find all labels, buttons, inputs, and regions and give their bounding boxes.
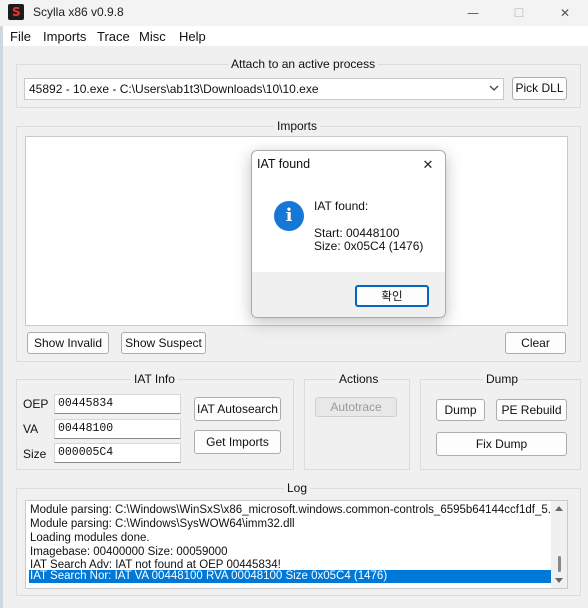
show-suspect-button[interactable]: Show Suspect — [121, 332, 206, 354]
log-line: Imagebase: 00400000 Size: 00059000 — [30, 546, 228, 558]
process-select-value: 45892 - 10.exe - C:\Users\ab1t3\Download… — [29, 82, 319, 96]
dump-group-title: Dump — [483, 372, 522, 386]
iat-info-group-title: IAT Info — [131, 372, 178, 386]
dump-button[interactable]: Dump — [436, 399, 485, 421]
size-field[interactable]: 000005C4 — [54, 443, 181, 463]
scroll-thumb[interactable] — [558, 556, 561, 572]
va-field[interactable]: 00448100 — [54, 419, 181, 439]
dialog-size: Size: 0x05C4 (1476) — [314, 239, 424, 253]
attach-group-title: Attach to an active process — [228, 57, 379, 71]
log-line: Module parsing: C:\Windows\SysWOW64\imm3… — [30, 518, 295, 530]
log-list[interactable]: Module parsing: C:\Windows\WinSxS\x86_mi… — [25, 500, 568, 589]
oep-field[interactable]: 00445834 — [54, 394, 181, 414]
scroll-down-icon[interactable] — [555, 578, 563, 583]
dialog-heading: IAT found: — [314, 199, 369, 213]
title-bar[interactable]: Scylla x86 v0.9.8 — ☐ ✕ — [0, 0, 588, 26]
show-invalid-button[interactable]: Show Invalid — [27, 332, 109, 354]
close-button[interactable]: ✕ — [542, 0, 588, 26]
menu-trace[interactable]: Trace — [97, 29, 130, 44]
oep-label: OEP — [23, 397, 49, 411]
window-title: Scylla x86 v0.9.8 — [33, 5, 124, 19]
actions-group-title: Actions — [336, 372, 382, 386]
dialog-start: Start: 00448100 — [314, 226, 400, 240]
log-line-selected: IAT Search Nor: IAT VA 00448100 RVA 0004… — [29, 570, 551, 583]
dialog-close-button[interactable]: ✕ — [412, 153, 444, 179]
menu-help[interactable]: Help — [179, 29, 206, 44]
actions-group — [304, 379, 410, 470]
iat-found-dialog: IAT found ✕ i IAT found: Start: 00448100… — [251, 150, 446, 318]
dialog-footer: 확인 — [252, 272, 445, 317]
ok-button[interactable]: 확인 — [355, 285, 429, 307]
get-imports-button[interactable]: Get Imports — [194, 430, 281, 454]
clear-button[interactable]: Clear — [505, 332, 566, 354]
log-scrollbar[interactable] — [551, 501, 567, 588]
log-line: Module parsing: C:\Windows\WinSxS\x86_mi… — [30, 504, 564, 516]
menu-imports[interactable]: Imports — [43, 29, 86, 44]
menu-bar: File Imports Trace Misc Help — [0, 26, 588, 46]
va-label: VA — [23, 422, 39, 436]
minimize-button[interactable]: — — [450, 0, 496, 26]
pick-dll-button[interactable]: Pick DLL — [512, 77, 567, 100]
menu-misc[interactable]: Misc — [139, 29, 166, 44]
size-label: Size — [23, 447, 47, 461]
pe-rebuild-button[interactable]: PE Rebuild — [496, 399, 567, 421]
log-line: Loading modules done. — [30, 532, 150, 544]
app-icon — [8, 4, 24, 20]
process-select[interactable]: 45892 - 10.exe - C:\Users\ab1t3\Download… — [24, 78, 504, 100]
menu-file[interactable]: File — [10, 29, 31, 44]
scroll-up-icon[interactable] — [555, 506, 563, 511]
autotrace-button[interactable]: Autotrace — [315, 397, 397, 417]
info-icon: i — [274, 201, 304, 231]
maximize-button[interactable]: ☐ — [496, 0, 542, 26]
dialog-title: IAT found — [257, 157, 311, 171]
fix-dump-button[interactable]: Fix Dump — [436, 432, 567, 456]
chevron-down-icon[interactable] — [488, 82, 500, 94]
imports-group-title: Imports — [274, 119, 321, 133]
log-group-title: Log — [284, 481, 311, 495]
dump-group — [420, 379, 581, 470]
iat-autosearch-button[interactable]: IAT Autosearch — [194, 397, 281, 421]
background-edge — [0, 26, 3, 608]
